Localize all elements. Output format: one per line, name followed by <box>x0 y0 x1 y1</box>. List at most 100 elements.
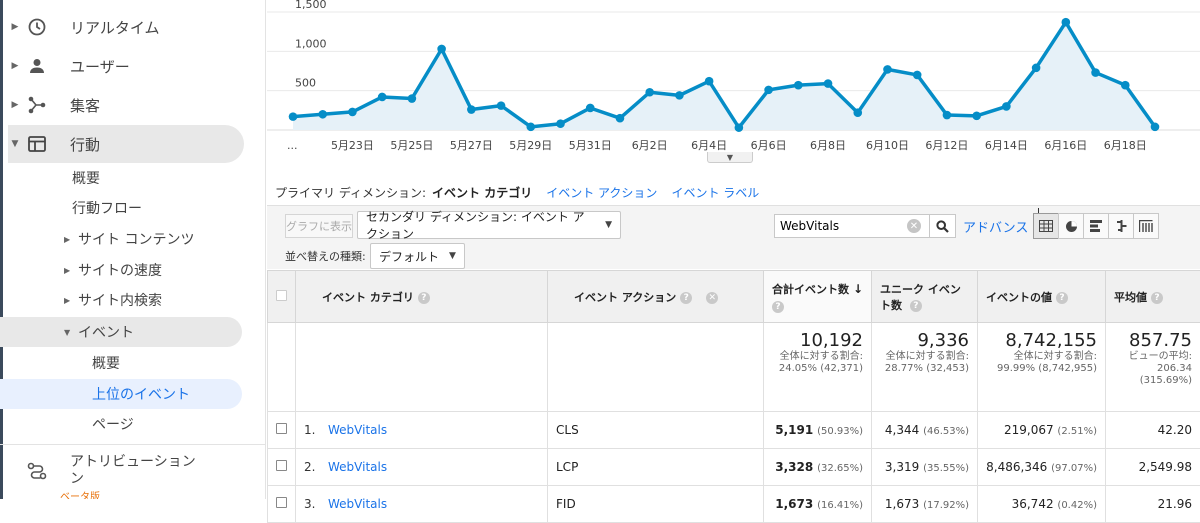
data-point[interactable] <box>556 119 565 128</box>
plot-rows-button[interactable]: グラフに表示 <box>285 214 353 238</box>
column-header-unique-events[interactable]: ユニーク イベント数 ? <box>872 271 978 323</box>
remove-dimension-icon[interactable]: ✕ <box>706 292 718 304</box>
data-point[interactable] <box>467 105 476 114</box>
help-icon[interactable]: ? <box>1151 292 1163 304</box>
data-point[interactable] <box>1002 102 1011 111</box>
data-point[interactable] <box>972 112 981 121</box>
data-point[interactable] <box>883 65 892 74</box>
table-row: 1.WebVitals CLS 5,191 (50.93%) 4,344 (46… <box>268 412 1200 449</box>
clock-icon <box>26 17 48 37</box>
column-header-avg-value[interactable]: 平均値? <box>1106 271 1200 323</box>
acquisition-icon <box>26 95 48 115</box>
data-point[interactable] <box>1151 123 1160 132</box>
sidebar-item-behavior[interactable]: ▼ 行動 <box>8 125 244 163</box>
chevron-down-icon: ▼ <box>449 251 456 261</box>
y-tick-label: 1,000 <box>295 37 327 50</box>
data-point[interactable] <box>497 101 506 110</box>
events-over-time-chart: 1,5001,000500...5月23日5月25日5月27日5月29日5月31… <box>267 0 1200 165</box>
clear-icon[interactable]: ✕ <box>907 219 921 233</box>
x-tick-label: ... <box>287 139 298 152</box>
sidebar-item-events[interactable]: ▼イベント <box>0 317 242 347</box>
dimension-link-event-label[interactable]: イベント ラベル <box>671 184 759 201</box>
sidebar-item-top-events[interactable]: 上位のイベント <box>0 379 242 409</box>
data-point[interactable] <box>348 108 357 117</box>
x-tick-label: 5月29日 <box>509 139 552 152</box>
secondary-dimension-select[interactable]: セカンダリ ディメンション: イベント アクション▼ <box>357 211 621 239</box>
help-icon[interactable]: ? <box>1056 292 1068 304</box>
row-checkbox[interactable] <box>276 423 287 434</box>
data-point[interactable] <box>526 123 535 132</box>
sidebar-item-attribution[interactable]: アトリビューションン <box>8 452 244 490</box>
sidebar-item-events-overview[interactable]: 概要 <box>92 348 120 378</box>
data-point[interactable] <box>794 81 803 90</box>
dimension-link-event-action[interactable]: イベント アクション <box>546 184 657 201</box>
sort-desc-icon[interactable]: ↓ <box>853 282 863 296</box>
event-action-cell: LCP <box>548 449 764 486</box>
event-category-link[interactable]: WebVitals <box>328 460 387 474</box>
sort-type-select[interactable]: デフォルト▼ <box>370 243 465 269</box>
data-point[interactable] <box>318 110 327 119</box>
sidebar-item-behavior-flow[interactable]: 行動フロー <box>72 193 142 223</box>
data-point[interactable] <box>853 108 862 117</box>
data-point[interactable] <box>735 123 744 132</box>
x-tick-label: 6月16日 <box>1044 139 1087 152</box>
main-content: 1,5001,000500...5月23日5月25日5月27日5月29日5月31… <box>267 0 1200 499</box>
data-point[interactable] <box>705 77 714 86</box>
data-point[interactable] <box>1121 81 1130 90</box>
data-point[interactable] <box>943 111 952 120</box>
sidebar-item-realtime[interactable]: ▶ リアルタイム <box>8 8 244 46</box>
chevron-right-icon: ▶ <box>64 235 78 244</box>
data-point[interactable] <box>824 79 833 88</box>
event-category-link[interactable]: WebVitals <box>328 423 387 437</box>
sidebar-item-site-search[interactable]: ▶サイト内検索 <box>64 285 162 315</box>
pie-view-icon[interactable] <box>1058 213 1084 239</box>
sidebar: ▶ リアルタイム ▶ ユーザー ▶ 集客 ▼ 行動 概要 行動フロー ▶サイト … <box>0 0 266 499</box>
data-point[interactable] <box>408 94 417 103</box>
help-icon[interactable]: ? <box>772 301 784 313</box>
data-point[interactable] <box>1062 18 1071 27</box>
table-view-icon[interactable] <box>1033 213 1059 239</box>
sidebar-item-site-content[interactable]: ▶サイト コンテンツ <box>64 224 194 254</box>
data-point[interactable] <box>289 112 298 121</box>
column-header-event-action[interactable]: イベント アクション?✕ <box>548 271 764 323</box>
search-icon[interactable] <box>929 215 955 237</box>
data-point[interactable] <box>675 91 684 100</box>
bar-view-icon[interactable] <box>1083 213 1109 239</box>
data-point[interactable] <box>913 71 922 80</box>
data-point[interactable] <box>586 104 595 113</box>
event-category-link[interactable]: WebVitals <box>328 497 387 511</box>
x-tick-label: 5月25日 <box>390 139 433 152</box>
select-all-checkbox[interactable] <box>276 290 287 301</box>
data-point[interactable] <box>764 86 773 95</box>
sidebar-item-site-speed[interactable]: ▶サイトの速度 <box>64 255 162 285</box>
pivot-view-icon[interactable] <box>1133 213 1159 239</box>
chart-collapse-handle[interactable]: ▼ <box>707 152 753 163</box>
total-events-total: 10,192 全体に対する割合: 24.05% (42,371) <box>764 323 872 412</box>
column-header-event-value[interactable]: イベントの値? <box>978 271 1106 323</box>
beta-badge: ベータ版 <box>60 488 100 499</box>
row-checkbox[interactable] <box>276 460 287 471</box>
column-header-event-category[interactable]: イベント カテゴリ? <box>296 271 548 323</box>
x-tick-label: 6月12日 <box>925 139 968 152</box>
sidebar-item-behavior-overview[interactable]: 概要 <box>72 163 100 193</box>
data-point[interactable] <box>645 88 654 97</box>
comparison-view-icon[interactable] <box>1108 213 1134 239</box>
sidebar-item-acquisition[interactable]: ▶ 集客 <box>8 86 244 124</box>
help-icon[interactable]: ? <box>680 292 692 304</box>
search-input[interactable] <box>775 216 905 236</box>
column-header-total-events[interactable]: 合計イベント数↓ ? <box>764 271 872 323</box>
data-point[interactable] <box>616 114 625 123</box>
primary-dimension-current: イベント カテゴリ <box>432 184 532 201</box>
data-point[interactable] <box>1091 68 1100 77</box>
advanced-filter-link[interactable]: アドバンス <box>963 217 1028 236</box>
x-tick-label: 6月8日 <box>810 139 846 152</box>
help-icon[interactable]: ? <box>418 292 430 304</box>
sidebar-item-pages[interactable]: ページ <box>92 409 134 439</box>
data-point[interactable] <box>437 45 446 54</box>
help-icon[interactable]: ? <box>910 300 922 312</box>
chevron-down-icon: ▼ <box>8 139 22 149</box>
data-point[interactable] <box>378 93 387 102</box>
data-point[interactable] <box>1032 64 1041 73</box>
sidebar-item-users[interactable]: ▶ ユーザー <box>8 47 244 85</box>
chevron-right-icon: ▶ <box>8 22 22 32</box>
